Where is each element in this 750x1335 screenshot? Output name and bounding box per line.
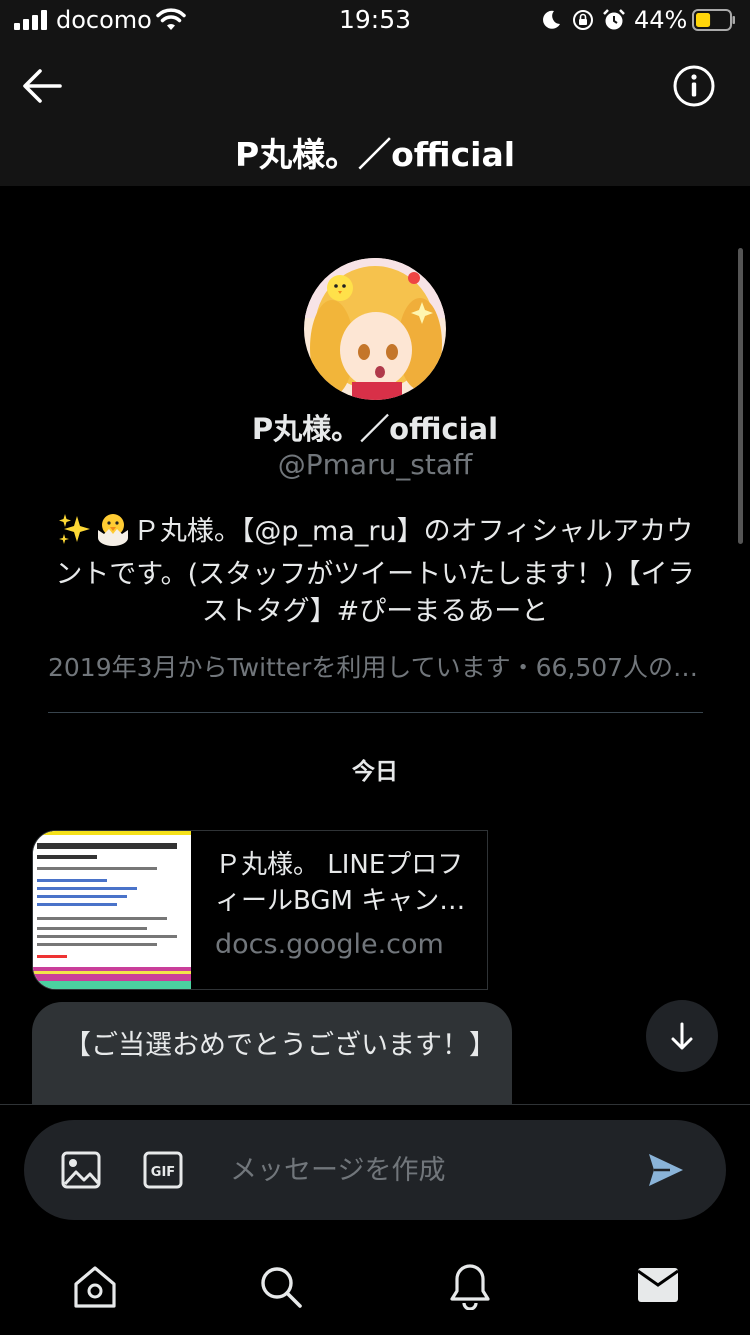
gif-icon[interactable]: GIF: [142, 1150, 184, 1190]
search-icon[interactable]: [258, 1264, 304, 1310]
home-icon[interactable]: [72, 1264, 118, 1310]
link-card[interactable]: Ｐ丸様。 LINEプロフィールBGM キャンペーン docs.google.co…: [32, 830, 488, 990]
svg-text:GIF: GIF: [151, 1165, 175, 1180]
link-card-title: Ｐ丸様。 LINEプロフィールBGM キャンペーン: [215, 850, 466, 916]
profile-handle[interactable]: @Pmaru_staff: [0, 448, 750, 481]
sparkles-icon: [57, 514, 93, 556]
profile-display-name[interactable]: P丸様。／official: [0, 406, 750, 448]
notifications-icon[interactable]: [448, 1262, 492, 1310]
scroll-to-bottom-button[interactable]: [646, 1000, 718, 1072]
back-arrow-icon[interactable]: [22, 68, 62, 104]
status-bar: docomo 19:53 44%: [0, 0, 750, 40]
link-card-thumbnail: [33, 831, 191, 989]
arrow-down-icon: [671, 1022, 693, 1050]
alarm-icon: [603, 9, 625, 30]
profile-meta: 2019年3月からTwitterを利用しています・66,507人のフォロワー: [48, 653, 703, 682]
battery-icon: [692, 9, 735, 31]
profile-bio: Ｐ丸様。【@p_ma_ru】のオフィシャルアカウントです。(スタッフがツイートい…: [50, 512, 700, 630]
moon-icon: [543, 10, 560, 29]
message-text: 【ご当選おめでとうございます！】: [64, 1030, 496, 1061]
messages-icon[interactable]: [636, 1266, 680, 1304]
image-icon[interactable]: [60, 1150, 102, 1190]
message-input[interactable]: [220, 1140, 640, 1200]
link-card-domain: docs.google.com: [215, 929, 444, 960]
info-icon[interactable]: [672, 64, 716, 108]
send-icon[interactable]: [646, 1150, 686, 1190]
divider: [48, 712, 703, 713]
avatar[interactable]: [304, 258, 446, 400]
orientation-lock-icon: [573, 10, 593, 30]
battery-percent: 44%: [634, 6, 688, 34]
page-title: P丸様。／official: [234, 135, 516, 174]
conversation-header: P丸様。／official: [0, 40, 750, 186]
date-separator: 今日: [352, 759, 398, 785]
scrollbar[interactable]: [738, 248, 743, 544]
hatching-chick-icon: [95, 512, 131, 556]
